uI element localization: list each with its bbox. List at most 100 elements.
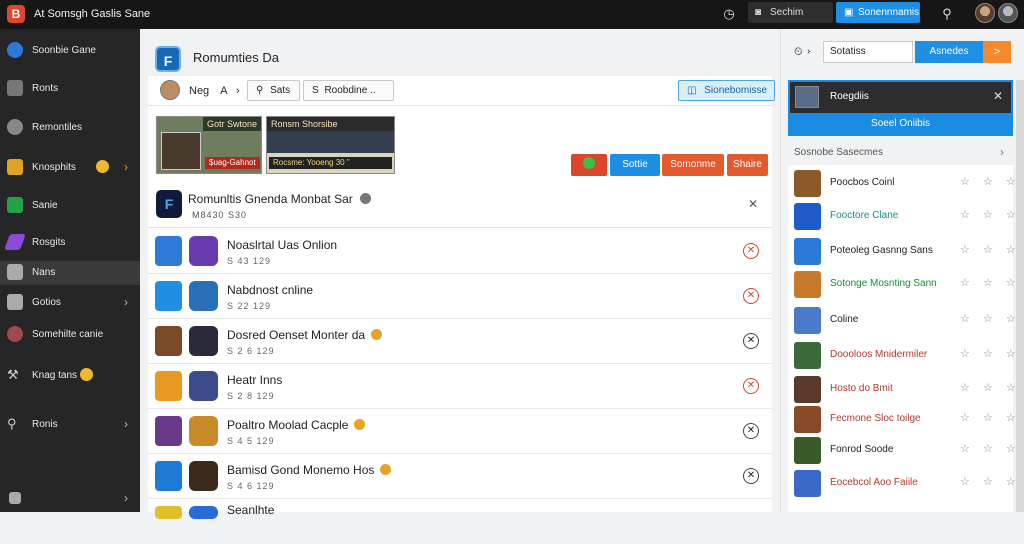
list-item[interactable]: Poteoleg Gasnng Sans ☆ ☆ ☆	[788, 235, 1016, 268]
list-item[interactable]: Heatr Inns S 2 8 129 ✕	[148, 364, 772, 409]
next-button[interactable]: >	[983, 41, 1011, 63]
chevron-right-icon: ›	[124, 417, 128, 431]
list-item[interactable]: Poaltro Moolad Cacple S 4 5 129 ✕	[148, 409, 772, 454]
folder-icon	[7, 159, 23, 175]
rating-stars[interactable]: ☆ ☆ ☆	[960, 312, 1021, 325]
globe-icon	[7, 42, 23, 58]
sidebar-item-sanie[interactable]: Sanie	[0, 194, 140, 218]
sidebar-item-home[interactable]: Soonbie Gane	[0, 39, 140, 63]
list-item[interactable]: Sotonge Mosnting Sann ☆ ☆ ☆	[788, 268, 1016, 301]
scrollbar[interactable]	[1016, 80, 1024, 512]
chat-icon: ◫	[687, 85, 697, 96]
rating-stars[interactable]: ☆ ☆ ☆	[960, 276, 1021, 289]
game-title: Heatr Inns	[227, 373, 283, 387]
featured-item[interactable]: Roegdiis ✕ Soeel Oniibis	[788, 80, 1013, 136]
user-avatar-2[interactable]	[998, 3, 1018, 23]
rating-stars[interactable]: ☆ ☆ ☆	[960, 175, 1021, 188]
share-button[interactable]: Shaire	[727, 154, 768, 176]
user-avatar[interactable]	[975, 3, 995, 23]
subscribe-button[interactable]: ◫ Sionebomisse	[678, 80, 775, 101]
sidebar-footer[interactable]: ›	[0, 487, 140, 511]
list-item[interactable]: Nabdnost cnline S 22 129 ✕	[148, 274, 772, 319]
rating-stars[interactable]: ☆ ☆ ☆	[960, 208, 1021, 221]
status-field[interactable]: Sotatiss	[823, 41, 913, 63]
list-item[interactable]: Seanlhte	[148, 499, 772, 544]
list-item[interactable]: Coline ☆ ☆ ☆	[788, 304, 1016, 337]
app-logo[interactable]: B	[7, 5, 25, 23]
sidebar-item-rosgits[interactable]: Rosgits	[0, 231, 140, 255]
recommendations-list: Poocbos Coinl ☆ ☆ ☆ Fooctore Clane ☆ ☆ ☆ P…	[788, 165, 1016, 512]
search-icon[interactable]: ⚲	[939, 6, 955, 22]
filter-dropdown[interactable]: S Roobdine ..	[303, 80, 394, 101]
card-title: Gotr Swtone	[203, 117, 261, 131]
add-button[interactable]: Asnedes	[915, 41, 983, 63]
sidebar-item-nans[interactable]: Nans	[0, 261, 140, 285]
rating-stars[interactable]: ☆ ☆ ☆	[960, 243, 1021, 256]
main-content: F Romumties Da Neg A › ⚲ Sats S Roobdine…	[140, 29, 780, 519]
game-thumbnail	[794, 376, 821, 403]
breadcrumb-avatar[interactable]	[160, 80, 180, 100]
coin-icon	[380, 464, 392, 475]
info-icon[interactable]	[360, 193, 372, 204]
list-item[interactable]: Poocbos Coinl ☆ ☆ ☆	[788, 167, 1016, 200]
sidebar-item-somehilte[interactable]: Somehilte canie	[0, 323, 140, 347]
game-card[interactable]: Gotr Swtone $uag-Gahnot	[156, 116, 262, 174]
remove-icon[interactable]: ✕	[743, 243, 759, 259]
remove-icon[interactable]: ✕	[743, 378, 759, 394]
sort-button[interactable]: Sottie	[610, 154, 660, 176]
rating-stars[interactable]: ☆ ☆ ☆	[960, 347, 1021, 360]
game-card[interactable]: Ronsm Shorsibe Rocsme: Yooeng 30 "	[266, 116, 395, 174]
breadcrumb[interactable]: Neg A ›	[189, 85, 240, 97]
sidebar-item-knosphits[interactable]: Knosphits ›	[0, 156, 140, 180]
right-panel: ⏲ › Sotatiss Asnedes > Roegdiis ✕ Soeel …	[780, 29, 1024, 512]
remove-icon[interactable]: ✕	[743, 288, 759, 304]
page-logo-icon: F	[155, 46, 181, 72]
favorite-button[interactable]	[571, 154, 607, 176]
find-button[interactable]: ⚲ Sats	[247, 80, 300, 101]
game-title: Eocebcol Aoo Faiile	[830, 477, 918, 488]
list-item[interactable]: Noaslrtal Uas Onlion S 43 129 ✕	[148, 229, 772, 274]
list-item[interactable]: Fonrod Soode ☆ ☆ ☆	[788, 434, 1016, 467]
list-item[interactable]: Bamisd Gond Monemo Hos S 4 6 129 ✕	[148, 454, 772, 499]
list-item[interactable]: Eocebcol Aoo Faiile ☆ ☆ ☆	[788, 467, 1016, 500]
list-item[interactable]: Doooloos Mnidermiler ☆ ☆ ☆	[788, 339, 1016, 372]
list-item[interactable]: Fooctore Clane ☆ ☆ ☆	[788, 200, 1016, 233]
game-title: Hosto do Bmit	[830, 383, 893, 394]
game-avatar	[189, 281, 218, 311]
page-title: Romumties Da	[193, 50, 279, 65]
rating-stars[interactable]: ☆ ☆ ☆	[960, 475, 1021, 488]
primary-button[interactable]: ▣ Sonennnamis	[836, 2, 920, 23]
list-item[interactable]: Dosred Oenset Monter da S 2 6 129 ✕	[148, 319, 772, 364]
recommend-button[interactable]: Somonme	[662, 154, 724, 176]
list-item[interactable]: Hosto do Bmit ☆ ☆ ☆	[788, 373, 1016, 406]
rating-stars[interactable]: ☆ ☆ ☆	[960, 381, 1021, 394]
remove-icon[interactable]: ✕	[743, 423, 759, 439]
close-icon[interactable]: ✕	[748, 197, 758, 211]
game-thumbnail	[794, 470, 821, 497]
sidebar-item-label: Sanie	[32, 200, 58, 211]
sidebar-item-ronts[interactable]: Ronts	[0, 77, 140, 101]
sidebar-item-knag[interactable]: ⚒ Knag tans	[0, 364, 140, 388]
sidebar-item-ronis[interactable]: ⚲ Ronis ›	[0, 413, 140, 437]
recommendations-heading: Sosnobe Sasecmes	[794, 147, 883, 158]
search-button[interactable]: ◙ Sechim	[748, 2, 833, 23]
rating-stars[interactable]: ☆ ☆ ☆	[960, 442, 1021, 455]
toolbar: Neg A › ⚲ Sats S Roobdine .. ◫ Sionebomi…	[148, 76, 775, 106]
arrow-icon	[4, 234, 26, 250]
remove-icon[interactable]: ✕	[743, 468, 759, 484]
clock-icon[interactable]: ⏲	[794, 46, 803, 59]
game-meta: S 22 129	[227, 301, 272, 311]
game-thumbnail	[794, 238, 821, 265]
list-title: Romunltis Gnenda Monbat Sar	[188, 192, 372, 206]
chevron-right-icon[interactable]: ›	[1000, 145, 1004, 159]
sidebar-item-remontiles[interactable]: Remontiles	[0, 116, 140, 140]
remove-icon[interactable]: ✕	[743, 333, 759, 349]
close-icon[interactable]: ✕	[993, 89, 1003, 103]
game-meta: S 4 5 129	[227, 436, 275, 446]
rating-stars[interactable]: ☆ ☆ ☆	[960, 411, 1021, 424]
game-title: Poocbos Coinl	[830, 177, 895, 188]
sidebar-item-gotios[interactable]: Gotios ›	[0, 291, 140, 315]
history-icon[interactable]: ◷	[721, 6, 737, 22]
list-item[interactable]: Fecmone Sloc toilge ☆ ☆ ☆	[788, 403, 1016, 436]
list-icon	[7, 294, 23, 310]
